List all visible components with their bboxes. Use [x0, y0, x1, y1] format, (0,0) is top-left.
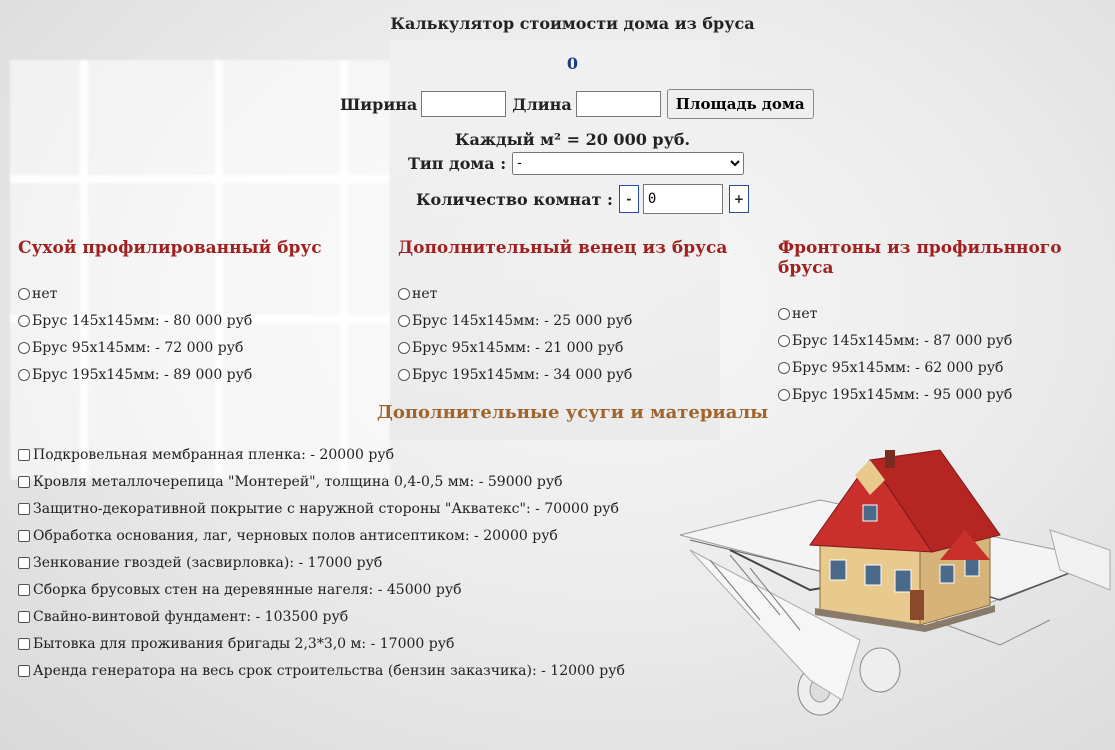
- extras-title: Дополнительные усуги и материалы: [376, 402, 769, 423]
- option-label: Брус 95х145мм: - 21 000 руб: [412, 339, 624, 356]
- radio-button[interactable]: [398, 341, 410, 354]
- extras-label: Сборка брусовых стен на деревянные нагел…: [33, 581, 462, 598]
- extras-list: Подкровельная мембранная пленка: - 20000…: [18, 441, 625, 684]
- checkbox[interactable]: [18, 448, 30, 461]
- calculator: Калькулятор стоимости дома из бруса 0 Ши…: [0, 0, 1115, 750]
- radio-button[interactable]: [778, 361, 790, 374]
- extras-item[interactable]: Сборка брусовых стен на деревянные нагел…: [18, 576, 625, 603]
- extras-item[interactable]: Аренда генератора на весь срок строитель…: [18, 657, 625, 684]
- radio-button[interactable]: [18, 341, 30, 354]
- radio-button[interactable]: [778, 388, 790, 401]
- rooms-label: Количество комнат :: [416, 189, 613, 209]
- radio-button[interactable]: [778, 334, 790, 347]
- column-title: Фронтоны из профильнного бруса: [778, 238, 1062, 278]
- radio-option[interactable]: нет: [778, 300, 1115, 327]
- extras-item[interactable]: Подкровельная мембранная пленка: - 20000…: [18, 441, 625, 468]
- crown-column: Дополнительный венец из бруса нет Брус 1…: [398, 238, 727, 388]
- checkbox[interactable]: [18, 475, 30, 488]
- radio-button[interactable]: [398, 314, 410, 327]
- rooms-plus-button[interactable]: +: [728, 185, 749, 213]
- extras-label: Свайно-винтовой фундамент: - 103500 руб: [33, 608, 349, 625]
- radio-option[interactable]: Брус 195х145мм: - 34 000 руб: [398, 361, 727, 388]
- width-input[interactable]: [421, 91, 507, 117]
- checkbox[interactable]: [18, 529, 30, 542]
- extras-label: Обработка основания, лаг, черновых полов…: [33, 527, 558, 544]
- radio-option[interactable]: Брус 145х145мм: - 80 000 руб: [18, 307, 322, 334]
- checkbox[interactable]: [18, 610, 30, 623]
- extras-item[interactable]: Защитно-декоративной покрытие с наружной…: [18, 495, 625, 522]
- radio-option[interactable]: Брус 95х145мм: - 72 000 руб: [18, 334, 322, 361]
- area-row: Ширина Длина Площадь дома: [340, 89, 814, 119]
- extras-item[interactable]: Свайно-винтовой фундамент: - 103500 руб: [18, 603, 625, 630]
- radio-option[interactable]: Брус 145х145мм: - 87 000 руб: [778, 327, 1115, 354]
- extras-label: Аренда генератора на весь срок строитель…: [33, 662, 625, 679]
- extras-item[interactable]: Кровля металлочерепица "Монтерей", толщи…: [18, 468, 625, 495]
- extras-label: Подкровельная мембранная пленка: - 20000…: [33, 446, 395, 463]
- house-type-row: Тип дома : -: [408, 152, 745, 175]
- option-label: нет: [792, 305, 818, 322]
- checkbox[interactable]: [18, 583, 30, 596]
- beam-column: Сухой профилированный брус нет Брус 145х…: [18, 238, 322, 388]
- gable-column: Фронтоны из профильнного бруса нет Брус …: [778, 238, 1115, 408]
- width-label: Ширина: [340, 94, 418, 114]
- column-title: Сухой профилированный брус: [18, 238, 322, 258]
- radio-button[interactable]: [18, 287, 30, 300]
- option-label: Брус 95х145мм: - 62 000 руб: [792, 359, 1004, 376]
- radio-button[interactable]: [778, 307, 790, 320]
- radio-button[interactable]: [18, 314, 30, 327]
- radio-option[interactable]: Брус 145х145мм: - 25 000 руб: [398, 307, 727, 334]
- extras-item[interactable]: Бытовка для проживания бригады 2,3*3,0 м…: [18, 630, 625, 657]
- radio-button[interactable]: [18, 368, 30, 381]
- checkbox[interactable]: [18, 502, 30, 515]
- radio-option[interactable]: Брус 195х145мм: - 89 000 руб: [18, 361, 322, 388]
- area-button[interactable]: Площадь дома: [666, 89, 814, 119]
- option-label: нет: [412, 285, 438, 302]
- house: [809, 449, 1001, 632]
- option-label: Брус 195х145мм: - 34 000 руб: [412, 366, 633, 383]
- extras-label: Зенкование гвоздей (засвирловка): - 1700…: [33, 554, 383, 571]
- checkbox[interactable]: [18, 556, 30, 569]
- radio-option[interactable]: нет: [398, 280, 727, 307]
- radio-option[interactable]: нет: [18, 280, 322, 307]
- house-type-select[interactable]: -: [512, 152, 745, 175]
- column-title: Дополнительный венец из бруса: [398, 238, 728, 258]
- extras-label: Бытовка для проживания бригады 2,3*3,0 м…: [33, 635, 455, 652]
- page-title: Калькулятор стоимости дома из бруса: [390, 14, 755, 33]
- option-label: Брус 145х145мм: - 25 000 руб: [412, 312, 633, 329]
- radio-button[interactable]: [398, 368, 410, 381]
- option-label: Брус 145х145мм: - 87 000 руб: [792, 332, 1013, 349]
- checkbox[interactable]: [18, 637, 30, 650]
- option-label: Брус 95х145мм: - 72 000 руб: [32, 339, 244, 356]
- option-label: Брус 195х145мм: - 95 000 руб: [792, 386, 1013, 403]
- rooms-row: Количество комнат : - +: [416, 184, 749, 214]
- rooms-input[interactable]: [642, 184, 723, 214]
- length-input[interactable]: [575, 91, 661, 117]
- option-label: нет: [32, 285, 58, 302]
- house-type-label: Тип дома :: [408, 154, 507, 173]
- total-value: 0: [566, 54, 579, 73]
- extras-item[interactable]: Зенкование гвоздей (засвирловка): - 1700…: [18, 549, 625, 576]
- rooms-minus-button[interactable]: -: [618, 185, 639, 213]
- checkbox[interactable]: [18, 664, 30, 677]
- house-on-blueprints-image: [679, 449, 1111, 716]
- radio-option[interactable]: Брус 95х145мм: - 21 000 руб: [398, 334, 727, 361]
- extras-label: Кровля металлочерепица "Монтерей", толщи…: [33, 473, 563, 490]
- option-label: Брус 195х145мм: - 89 000 руб: [32, 366, 253, 383]
- option-label: Брус 145х145мм: - 80 000 руб: [32, 312, 253, 329]
- extras-item[interactable]: Обработка основания, лаг, черновых полов…: [18, 522, 625, 549]
- radio-button[interactable]: [398, 287, 410, 300]
- length-label: Длина: [512, 94, 572, 114]
- extras-label: Защитно-декоративной покрытие с наружной…: [33, 500, 619, 517]
- radio-option[interactable]: Брус 95х145мм: - 62 000 руб: [778, 354, 1115, 381]
- price-per-m2: Каждый м² = 20 000 руб.: [454, 130, 691, 149]
